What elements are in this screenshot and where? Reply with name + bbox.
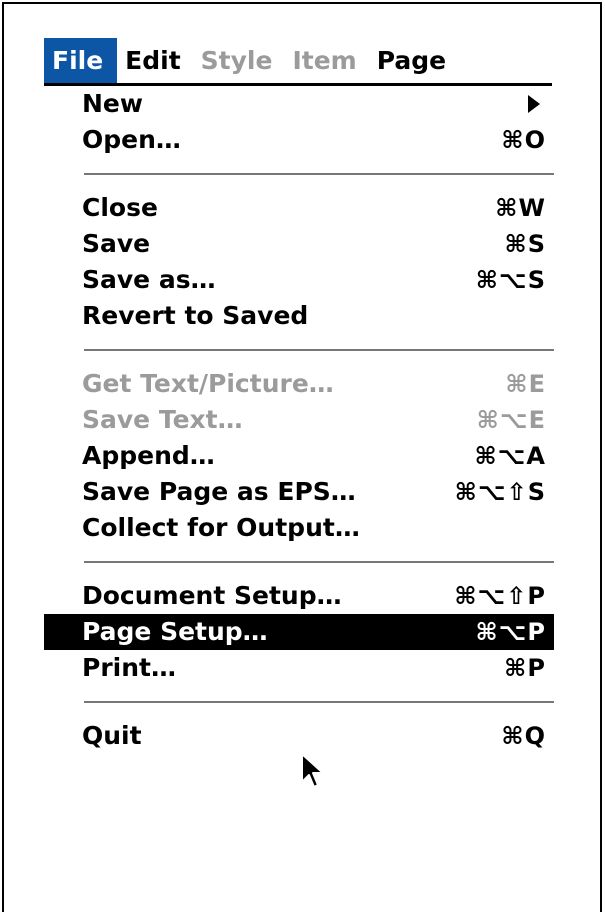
menu-item-close[interactable]: Close ⌘W	[44, 190, 554, 226]
shortcut-label: ⌘E	[505, 370, 546, 398]
shortcut-label: ⌘⌥⇧P	[454, 582, 546, 610]
menu-item-label: Save Page as EPS…	[82, 477, 356, 506]
menu-item-label: Get Text/Picture…	[82, 369, 334, 398]
menu-separator	[44, 334, 554, 366]
menu-item-collect-for-output[interactable]: Collect for Output…	[44, 510, 554, 546]
shortcut-label: ⌘⌥S	[475, 266, 546, 294]
menu-item-save[interactable]: Save ⌘S	[44, 226, 554, 262]
menu-item-open[interactable]: Open… ⌘O	[44, 122, 554, 158]
menu-item-new[interactable]: New	[44, 86, 554, 122]
menu-item-label: Page Setup…	[82, 617, 268, 646]
menu-item-label: Quit	[82, 721, 142, 750]
menu-item-label: Print…	[82, 653, 176, 682]
submenu-arrow-icon	[528, 95, 540, 113]
menu-item-get-text-picture: Get Text/Picture… ⌘E	[44, 366, 554, 402]
menu-item-append[interactable]: Append… ⌘⌥A	[44, 438, 554, 474]
menu-item-label: Close	[82, 193, 158, 222]
menu-item-label: New	[82, 89, 143, 118]
menubar-item[interactable]: Item	[284, 38, 368, 83]
menubar-style[interactable]: Style	[193, 38, 285, 83]
menu-item-quit[interactable]: Quit ⌘Q	[44, 718, 554, 754]
arrow-pointer-icon	[301, 753, 324, 788]
shortcut-label: ⌘⌥E	[476, 406, 546, 434]
menu-separator	[44, 158, 554, 190]
shortcut-label: ⌘⌥⇧S	[454, 478, 546, 506]
menu-item-page-setup[interactable]: Page Setup… ⌘⌥P	[44, 614, 554, 650]
menu-item-label: Revert to Saved	[82, 301, 309, 330]
menu-item-save-text: Save Text… ⌘⌥E	[44, 402, 554, 438]
menubar-edit[interactable]: Edit	[117, 38, 193, 83]
menubar-page[interactable]: Page	[369, 38, 458, 83]
shortcut-label: ⌘⌥A	[474, 442, 546, 470]
menubar-file[interactable]: File	[44, 38, 118, 83]
shortcut-label: ⌘W	[495, 194, 546, 222]
shortcut-label: ⌘⌥P	[475, 618, 546, 646]
menu-item-label: Save as…	[82, 265, 216, 294]
menu-item-label: Save Text…	[82, 405, 243, 434]
menu-item-label: Document Setup…	[82, 581, 342, 610]
menu-item-print[interactable]: Print… ⌘P	[44, 650, 554, 686]
menu-item-save-as[interactable]: Save as… ⌘⌥S	[44, 262, 554, 298]
menu-separator	[44, 546, 554, 578]
shortcut-label: ⌘P	[504, 654, 546, 682]
menu-item-save-page-as-eps[interactable]: Save Page as EPS… ⌘⌥⇧S	[44, 474, 554, 510]
menu-bar: File Edit Style Item Page	[44, 38, 552, 86]
shortcut-label: ⌘S	[504, 230, 546, 258]
menu-item-label: Append…	[82, 441, 215, 470]
menu-item-label: Open…	[82, 125, 181, 154]
shortcut-label: ⌘O	[501, 126, 546, 154]
menu-item-document-setup[interactable]: Document Setup… ⌘⌥⇧P	[44, 578, 554, 614]
menu-item-label: Save	[82, 229, 151, 258]
menu-item-revert-to-saved[interactable]: Revert to Saved	[44, 298, 554, 334]
menu-item-label: Collect for Output…	[82, 513, 360, 542]
menu-separator	[44, 686, 554, 718]
shortcut-label: ⌘Q	[501, 722, 546, 750]
file-menu: New Open… ⌘O Close ⌘W Save ⌘S Save as… ⌘…	[44, 86, 554, 754]
